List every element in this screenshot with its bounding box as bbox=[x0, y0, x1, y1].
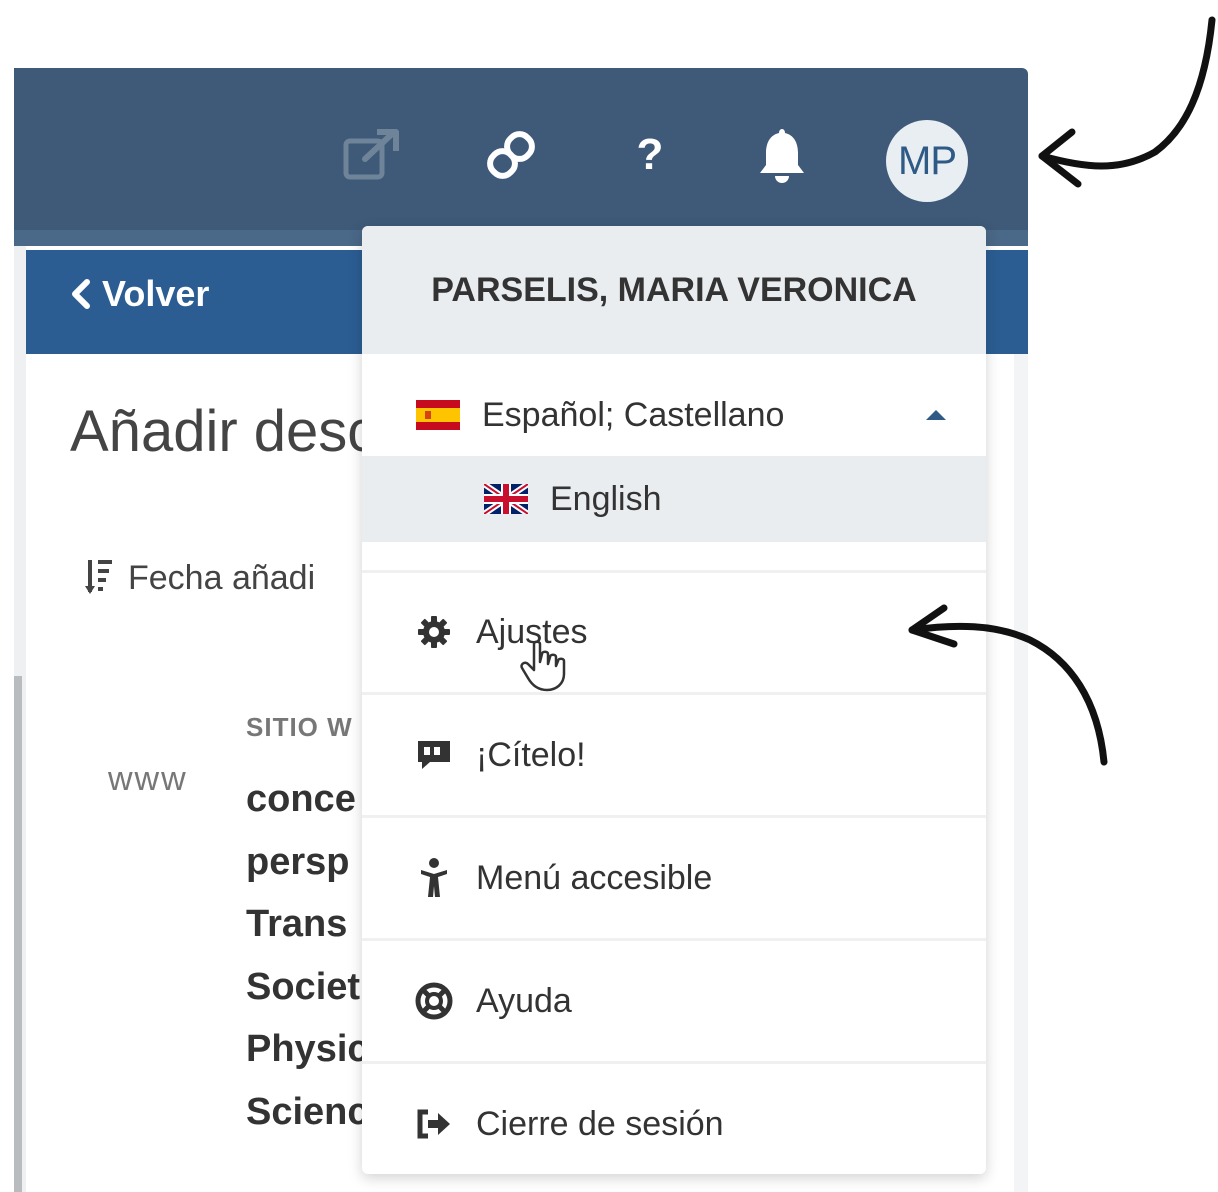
sort-icon bbox=[85, 560, 112, 594]
help-glyph: ? bbox=[636, 130, 664, 179]
user-dropdown-menu: PARSELIS, MARIA VERONICA Español; Castel… bbox=[362, 226, 986, 1174]
user-avatar[interactable]: MP bbox=[886, 120, 968, 202]
back-label: Volver bbox=[102, 273, 210, 314]
page-title: Añadir desc bbox=[70, 399, 377, 464]
lifebuoy-icon bbox=[414, 982, 454, 1020]
reference-line: persp bbox=[246, 840, 350, 883]
hand-cursor-icon bbox=[520, 640, 566, 692]
language-label: Español; Castellano bbox=[482, 395, 785, 434]
accessibility-icon bbox=[414, 858, 454, 898]
gutter-line bbox=[14, 676, 22, 1192]
back-button[interactable]: Volver bbox=[70, 273, 209, 315]
reference-line: conce bbox=[246, 778, 356, 820]
menu-item-settings[interactable]: Ajustes bbox=[362, 572, 986, 692]
menu-item-sign-out[interactable]: Cierre de sesión bbox=[362, 1064, 986, 1174]
menu-item-label: Cierre de sesión bbox=[476, 1104, 724, 1143]
reference-title[interactable]: conce persp Trans Societ Physic Scienc bbox=[246, 768, 369, 1143]
item-type-label: www bbox=[108, 760, 188, 798]
reference-line: Physic bbox=[246, 1028, 369, 1070]
sort-control[interactable]: Fecha añadi bbox=[84, 556, 315, 600]
chevron-left-icon bbox=[72, 279, 90, 309]
language-option-english[interactable]: English bbox=[362, 456, 986, 542]
reference-line: Trans bbox=[246, 903, 348, 945]
uk-flag-icon bbox=[484, 484, 528, 514]
menu-item-cite[interactable]: ¡Cítelo! bbox=[362, 695, 986, 815]
help-icon[interactable]: ? bbox=[630, 120, 670, 190]
menu-item-help[interactable]: Ayuda bbox=[362, 941, 986, 1061]
reference-line: Scienc bbox=[246, 1090, 369, 1133]
reference-line: Societ bbox=[246, 965, 361, 1008]
right-edge-panel bbox=[1014, 354, 1028, 1192]
sign-out-icon bbox=[414, 1109, 454, 1139]
menu-item-label: ¡Cítelo! bbox=[476, 735, 586, 774]
bell-icon[interactable] bbox=[754, 120, 810, 190]
external-link-icon[interactable] bbox=[342, 120, 402, 190]
top-navigation-bar: ? MP bbox=[14, 68, 1028, 246]
spain-flag-icon bbox=[416, 400, 460, 430]
gear-icon bbox=[414, 615, 454, 649]
menu-item-label: Ayuda bbox=[476, 981, 572, 1020]
caret-up-icon[interactable] bbox=[926, 410, 946, 420]
chain-link-icon[interactable] bbox=[480, 120, 542, 190]
language-option-spanish[interactable]: Español; Castellano bbox=[362, 374, 986, 456]
language-label: English bbox=[550, 479, 662, 518]
menu-item-label: Menú accesible bbox=[476, 858, 713, 897]
cite-icon bbox=[414, 738, 454, 772]
avatar-initials: MP bbox=[898, 138, 957, 183]
menu-item-accessible-menu[interactable]: Menú accesible bbox=[362, 818, 986, 938]
sort-label: Fecha añadi bbox=[128, 558, 316, 597]
left-gutter bbox=[14, 246, 26, 1192]
user-name-header: PARSELIS, MARIA VERONICA bbox=[362, 226, 986, 354]
item-kind-label: SITIO W bbox=[246, 712, 353, 742]
